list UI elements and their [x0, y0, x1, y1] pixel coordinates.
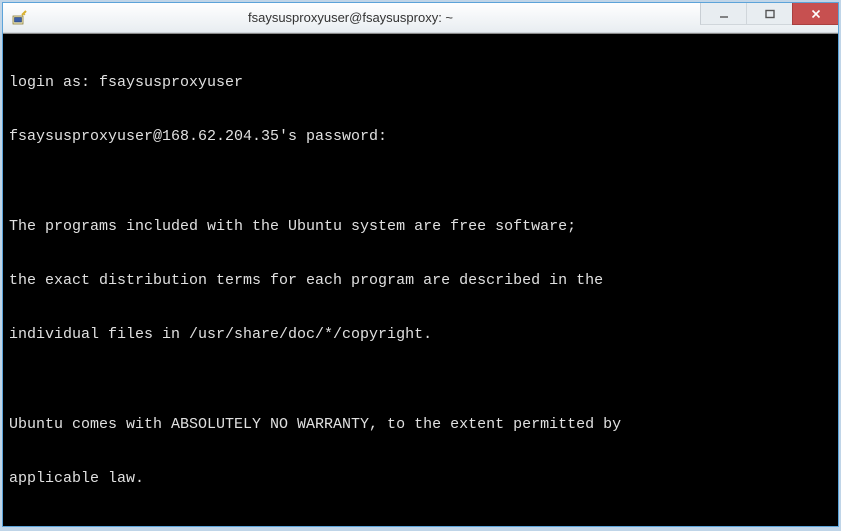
terminal-line: individual files in /usr/share/doc/*/cop…: [9, 326, 832, 344]
terminal-line: the exact distribution terms for each pr…: [9, 272, 832, 290]
titlebar[interactable]: fsaysusproxyuser@fsaysusproxy: ~: [3, 3, 838, 33]
maximize-button[interactable]: [746, 3, 792, 25]
window-controls: [700, 3, 838, 25]
maximize-icon: [764, 8, 776, 20]
close-button[interactable]: [792, 3, 838, 25]
terminal-line: The programs included with the Ubuntu sy…: [9, 218, 832, 236]
terminal-window: fsaysusproxyuser@fsaysusproxy: ~ login: [2, 2, 839, 527]
close-icon: [810, 8, 822, 20]
putty-icon: [11, 10, 27, 26]
minimize-button[interactable]: [700, 3, 746, 25]
terminal-line: login as: fsaysusproxyuser: [9, 74, 832, 92]
terminal-line: fsaysusproxyuser@168.62.204.35's passwor…: [9, 128, 832, 146]
window-title: fsaysusproxyuser@fsaysusproxy: ~: [3, 10, 698, 25]
minimize-icon: [718, 8, 730, 20]
terminal-line: Ubuntu comes with ABSOLUTELY NO WARRANTY…: [9, 416, 832, 434]
terminal-body[interactable]: login as: fsaysusproxyuser fsaysusproxyu…: [3, 33, 838, 526]
terminal-line: applicable law.: [9, 470, 832, 488]
